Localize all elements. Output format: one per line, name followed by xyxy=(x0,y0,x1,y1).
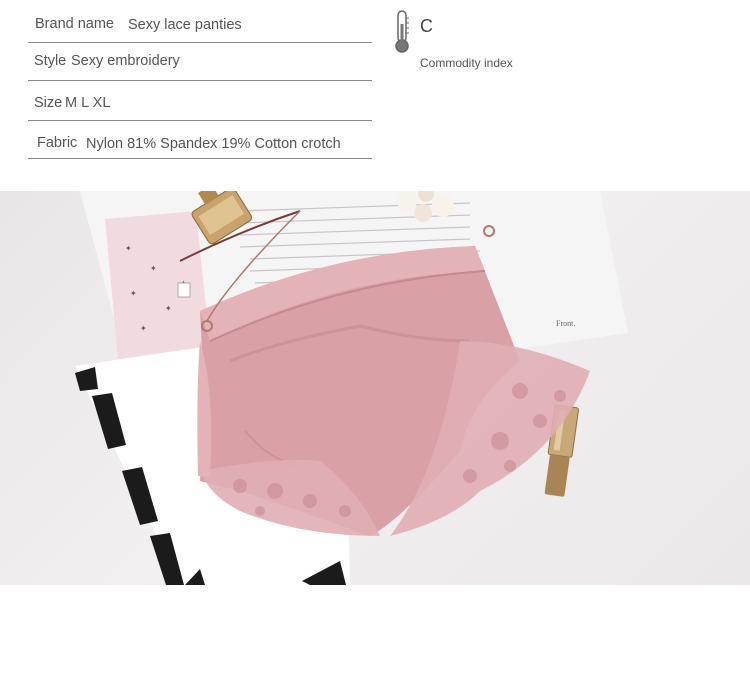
svg-text:✦: ✦ xyxy=(125,244,132,253)
brand-value: Sexy lace panties xyxy=(128,17,242,33)
fabric-value: Nylon 81% Spandex 19% Cotton crotch xyxy=(86,136,341,152)
product-photo: Front. ✦✦✦ ✦✦✦ xyxy=(0,191,750,585)
brand-label: Brand name xyxy=(35,16,114,32)
commodity-index-letter: C xyxy=(420,16,433,36)
style-value: Sexy embroidery xyxy=(71,53,180,69)
svg-text:✦: ✦ xyxy=(165,304,172,313)
size-label: Size xyxy=(34,95,63,111)
commodity-index-label: Commodity index xyxy=(420,56,513,70)
spec-row-fabric: Fabric Nylon 81% Spandex 19% Cotton crot… xyxy=(28,121,372,159)
svg-text:✦: ✦ xyxy=(130,289,137,298)
spec-table: Brand name Sexy lace panties Style Sexy … xyxy=(28,0,372,159)
product-photo-illustration: Front. ✦✦✦ ✦✦✦ xyxy=(75,191,628,585)
size-value: M L XL xyxy=(65,95,111,111)
style-label: Style xyxy=(34,53,67,69)
spec-row-brand: Brand name Sexy lace panties xyxy=(28,0,372,43)
spec-row-size: Size M L XL xyxy=(28,81,372,121)
spec-row-style: Style Sexy embroidery xyxy=(28,43,372,81)
thermometer-icon xyxy=(395,10,409,53)
svg-text:✦: ✦ xyxy=(150,264,157,273)
fabric-label: Fabric xyxy=(37,135,78,151)
svg-text:✦: ✦ xyxy=(140,324,147,333)
card-text: Front. xyxy=(556,319,575,328)
